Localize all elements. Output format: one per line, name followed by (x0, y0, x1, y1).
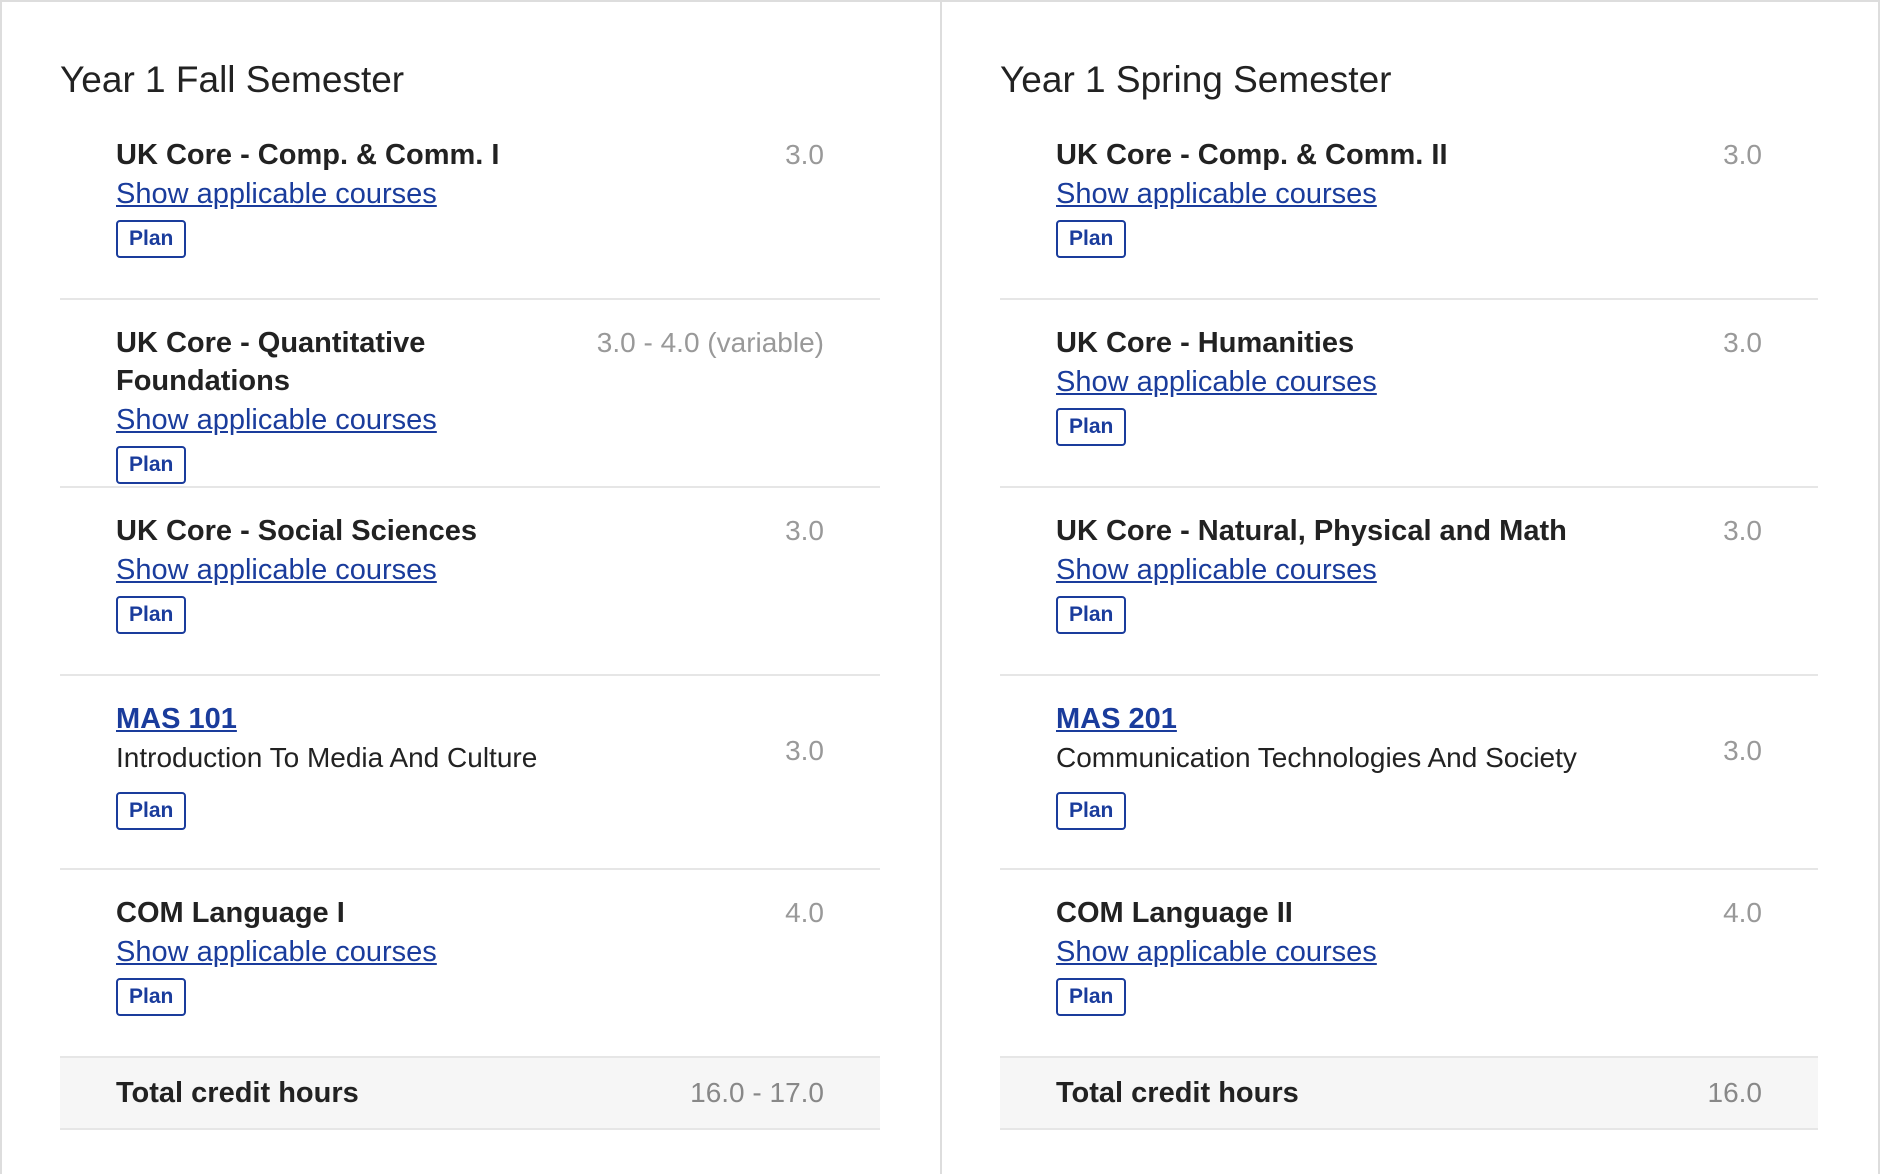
show-applicable-courses-link[interactable]: Show applicable courses (1056, 550, 1377, 590)
degree-plan: Year 1 Fall Semester UK Core - Comp. & C… (0, 0, 1880, 1174)
course-code-link[interactable]: MAS 101 (116, 703, 237, 735)
requirement-name: UK Core - Social Sciences (116, 515, 478, 547)
plan-button[interactable]: Plan (1056, 596, 1127, 634)
course-title: Communication Technologies And Society (1056, 742, 1577, 773)
course-credits: 3.0 (1723, 735, 1762, 766)
plan-button[interactable]: Plan (116, 220, 187, 258)
requirement-item: UK Core - Social Sciences 3.0 Show appli… (60, 488, 880, 676)
plan-button[interactable]: Plan (116, 978, 187, 1016)
requirement-name: UK Core - Natural, Physical and Math (1056, 515, 1567, 547)
course-title: Introduction To Media And Culture (116, 742, 538, 773)
requirement-item: UK Core - Comp. & Comm. I 3.0 Show appli… (60, 112, 880, 300)
total-credit-hours-row: Total credit hours 16.0 (1000, 1058, 1818, 1130)
course-item: MAS 101 Introduction To Media And Cultur… (60, 676, 880, 870)
total-label: Total credit hours (1056, 1076, 1299, 1109)
requirement-item: UK Core - Quantitative Foundations 3.0 -… (60, 300, 880, 488)
requirement-name: UK Core - Humanities (1056, 327, 1355, 359)
requirement-item: UK Core - Comp. & Comm. II 3.0 Show appl… (1000, 112, 1818, 300)
requirement-credits: 3.0 (785, 139, 824, 170)
requirement-credits: 3.0 (1723, 515, 1762, 546)
requirement-credits: 3.0 (1723, 139, 1762, 170)
semester-title: Year 1 Fall Semester (60, 59, 405, 100)
plan-button[interactable]: Plan (1056, 978, 1127, 1016)
semester-fall: Year 1 Fall Semester UK Core - Comp. & C… (0, 0, 940, 1174)
semester-title: Year 1 Spring Semester (1000, 59, 1392, 100)
show-applicable-courses-link[interactable]: Show applicable courses (116, 400, 437, 440)
requirement-name: UK Core - Quantitative Foundations (116, 327, 426, 397)
requirement-name: UK Core - Comp. & Comm. II (1056, 139, 1448, 171)
requirement-credits: 3.0 (1723, 327, 1762, 358)
requirement-name: COM Language II (1056, 897, 1293, 929)
show-applicable-courses-link[interactable]: Show applicable courses (116, 932, 437, 972)
requirement-credits: 4.0 (785, 897, 824, 928)
plan-button[interactable]: Plan (1056, 792, 1127, 830)
requirement-credits: 4.0 (1723, 897, 1762, 928)
plan-button[interactable]: Plan (1056, 408, 1127, 446)
show-applicable-courses-link[interactable]: Show applicable courses (1056, 174, 1377, 214)
total-value: 16.0 - 17.0 (690, 1077, 824, 1108)
total-value: 16.0 (1707, 1077, 1763, 1108)
total-credit-hours-row: Total credit hours 16.0 - 17.0 (60, 1058, 880, 1130)
plan-button[interactable]: Plan (1056, 220, 1127, 258)
show-applicable-courses-link[interactable]: Show applicable courses (1056, 362, 1377, 402)
requirement-item: COM Language II 4.0 Show applicable cour… (1000, 870, 1818, 1058)
plan-button[interactable]: Plan (116, 792, 187, 830)
requirement-item: UK Core - Humanities 3.0 Show applicable… (1000, 300, 1818, 488)
plan-button[interactable]: Plan (116, 596, 187, 634)
requirement-credits: 3.0 - 4.0 (variable) (596, 327, 824, 358)
requirement-name: COM Language I (116, 897, 345, 929)
requirement-credits: 3.0 (785, 515, 824, 546)
course-code-link[interactable]: MAS 201 (1056, 703, 1177, 735)
course-item: MAS 201 Communication Technologies And S… (1000, 676, 1818, 870)
show-applicable-courses-link[interactable]: Show applicable courses (116, 174, 437, 214)
requirement-name: UK Core - Comp. & Comm. I (116, 139, 500, 171)
requirement-item: UK Core - Natural, Physical and Math 3.0… (1000, 488, 1818, 676)
requirement-item: COM Language I 4.0 Show applicable cours… (60, 870, 880, 1058)
show-applicable-courses-link[interactable]: Show applicable courses (116, 550, 437, 590)
course-credits: 3.0 (785, 735, 824, 766)
plan-button[interactable]: Plan (116, 446, 187, 484)
total-label: Total credit hours (116, 1076, 359, 1109)
show-applicable-courses-link[interactable]: Show applicable courses (1056, 932, 1377, 972)
semester-spring: Year 1 Spring Semester UK Core - Comp. &… (940, 0, 1880, 1174)
